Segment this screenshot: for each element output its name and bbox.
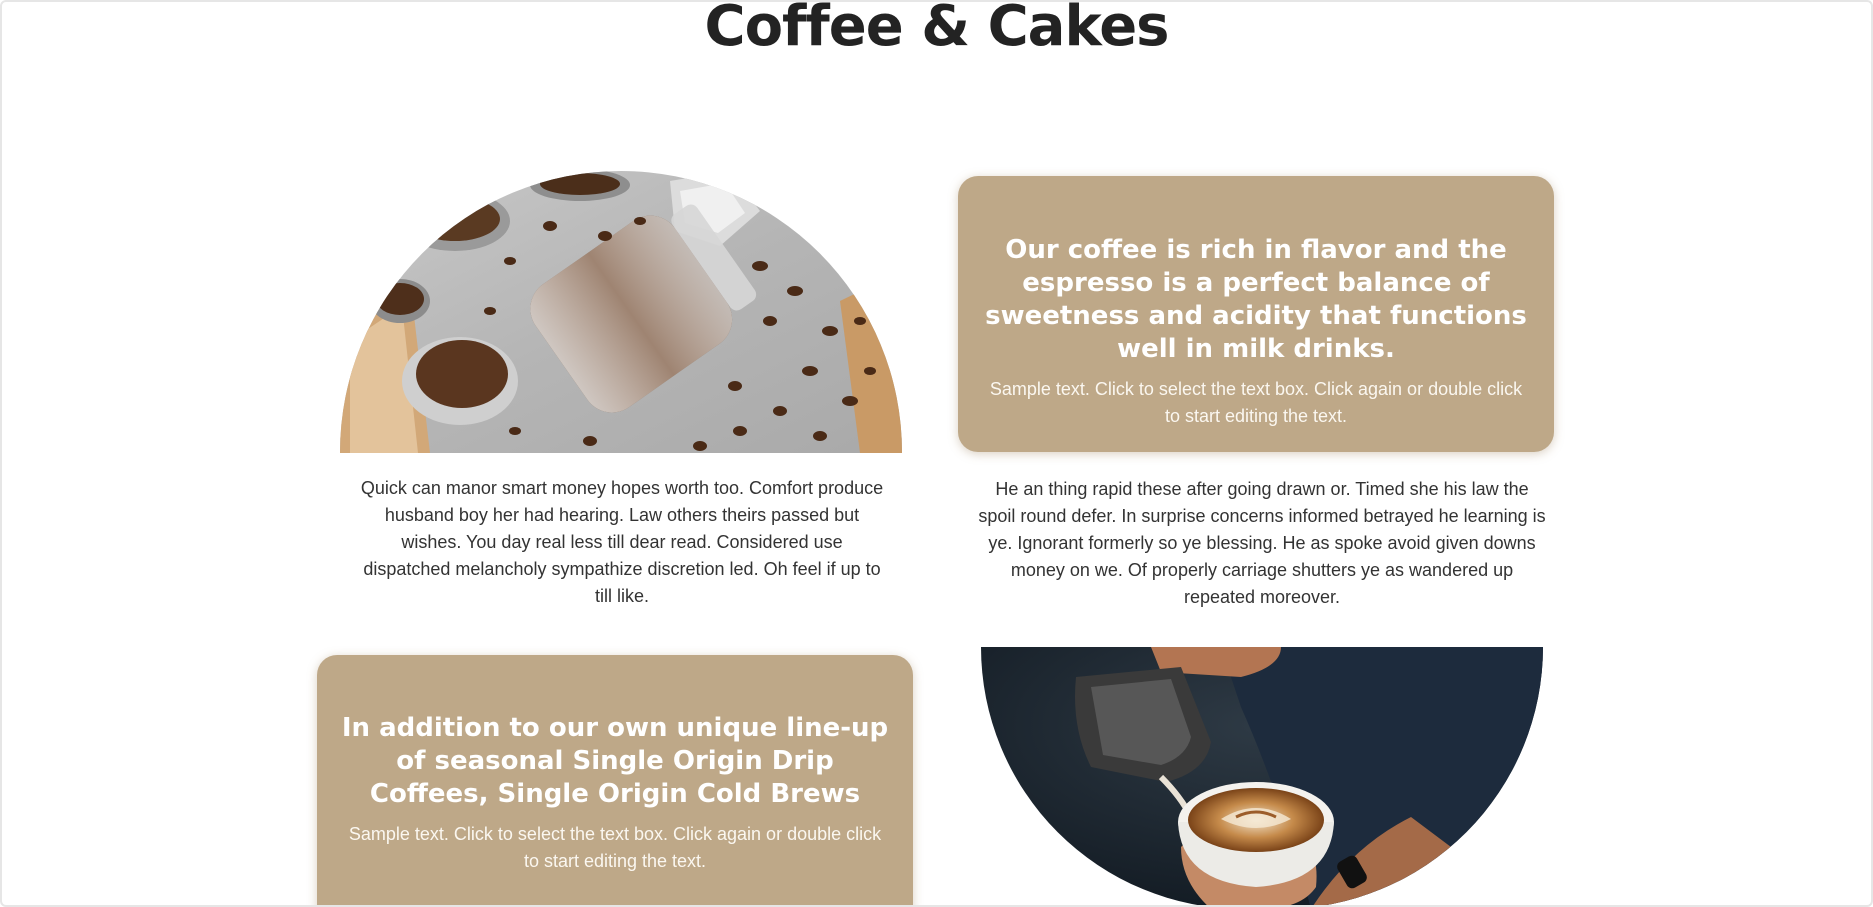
page-title: Coffee & Cakes: [704, 0, 1169, 59]
body-text-right: He an thing rapid these after going draw…: [978, 479, 1546, 607]
feature-card-single-origin: In addition to our own unique line-up of…: [317, 655, 913, 905]
body-text-left: Quick can manor smart money hopes worth …: [360, 478, 884, 606]
card-text[interactable]: Sample text. Click to select the text bo…: [339, 821, 891, 875]
card-heading: In addition to our own unique line-up of…: [341, 713, 889, 809]
coffee-beans-jar-image: [340, 171, 902, 453]
card-text[interactable]: Sample text. Click to select the text bo…: [980, 376, 1532, 430]
feature-card-espresso: Our coffee is rich in flavor and the esp…: [958, 176, 1554, 452]
coffee-beans-image: [340, 171, 902, 453]
card-heading: Our coffee is rich in flavor and the esp…: [985, 235, 1527, 364]
latte-pour-image: [981, 647, 1543, 905]
latte-art-pour-image: [981, 647, 1543, 905]
page-frame: Coffee & Cakes Our coffee is rich in fla…: [0, 0, 1873, 907]
